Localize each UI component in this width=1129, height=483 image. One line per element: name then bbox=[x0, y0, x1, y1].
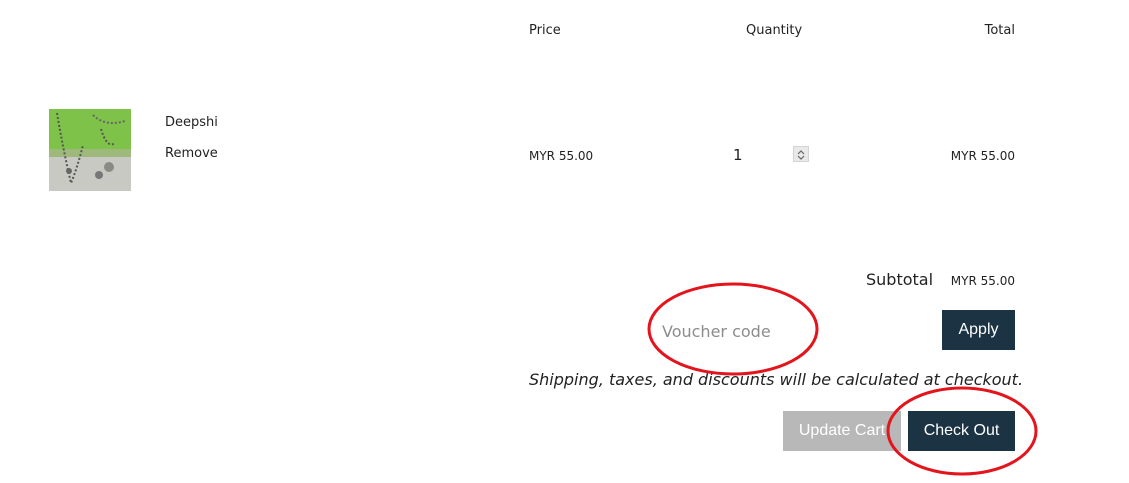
quantity-stepper[interactable] bbox=[793, 146, 809, 162]
item-total: MYR 55.00 bbox=[950, 149, 1015, 163]
product-name[interactable]: Deepshi bbox=[165, 115, 218, 130]
product-thumbnail[interactable] bbox=[49, 109, 131, 191]
subtotal-label: Subtotal bbox=[866, 270, 934, 289]
stepper-arrows-icon bbox=[797, 150, 805, 160]
subtotal-value: MYR 55.00 bbox=[950, 274, 1015, 288]
item-price: MYR 55.00 bbox=[529, 149, 594, 163]
checkout-button[interactable]: Check Out bbox=[908, 411, 1015, 451]
quantity-column-header: Quantity bbox=[746, 23, 803, 38]
remove-link[interactable]: Remove bbox=[165, 146, 218, 161]
shipping-note: Shipping, taxes, and discounts will be c… bbox=[529, 370, 1024, 389]
quantity-field[interactable]: 1 bbox=[733, 146, 743, 164]
update-cart-button[interactable]: Update Cart bbox=[783, 411, 901, 451]
total-column-header: Total bbox=[984, 23, 1015, 38]
price-column-header: Price bbox=[529, 23, 561, 38]
voucher-code-input[interactable] bbox=[662, 316, 792, 346]
apply-voucher-button[interactable]: Apply bbox=[942, 310, 1015, 350]
